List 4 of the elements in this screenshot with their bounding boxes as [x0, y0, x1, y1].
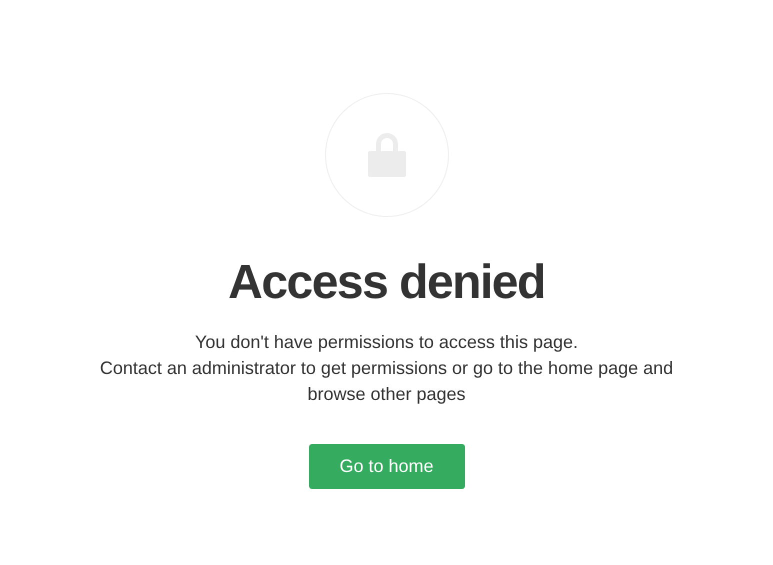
message-text: Contact an administrator to get permissions or go to the home page and browse other pages	[98, 357, 674, 406]
page-title: Access denied	[228, 255, 545, 311]
home-button[interactable]: Go to home	[308, 444, 464, 489]
message-text: You don't have permissions to access this page.	[194, 331, 578, 354]
